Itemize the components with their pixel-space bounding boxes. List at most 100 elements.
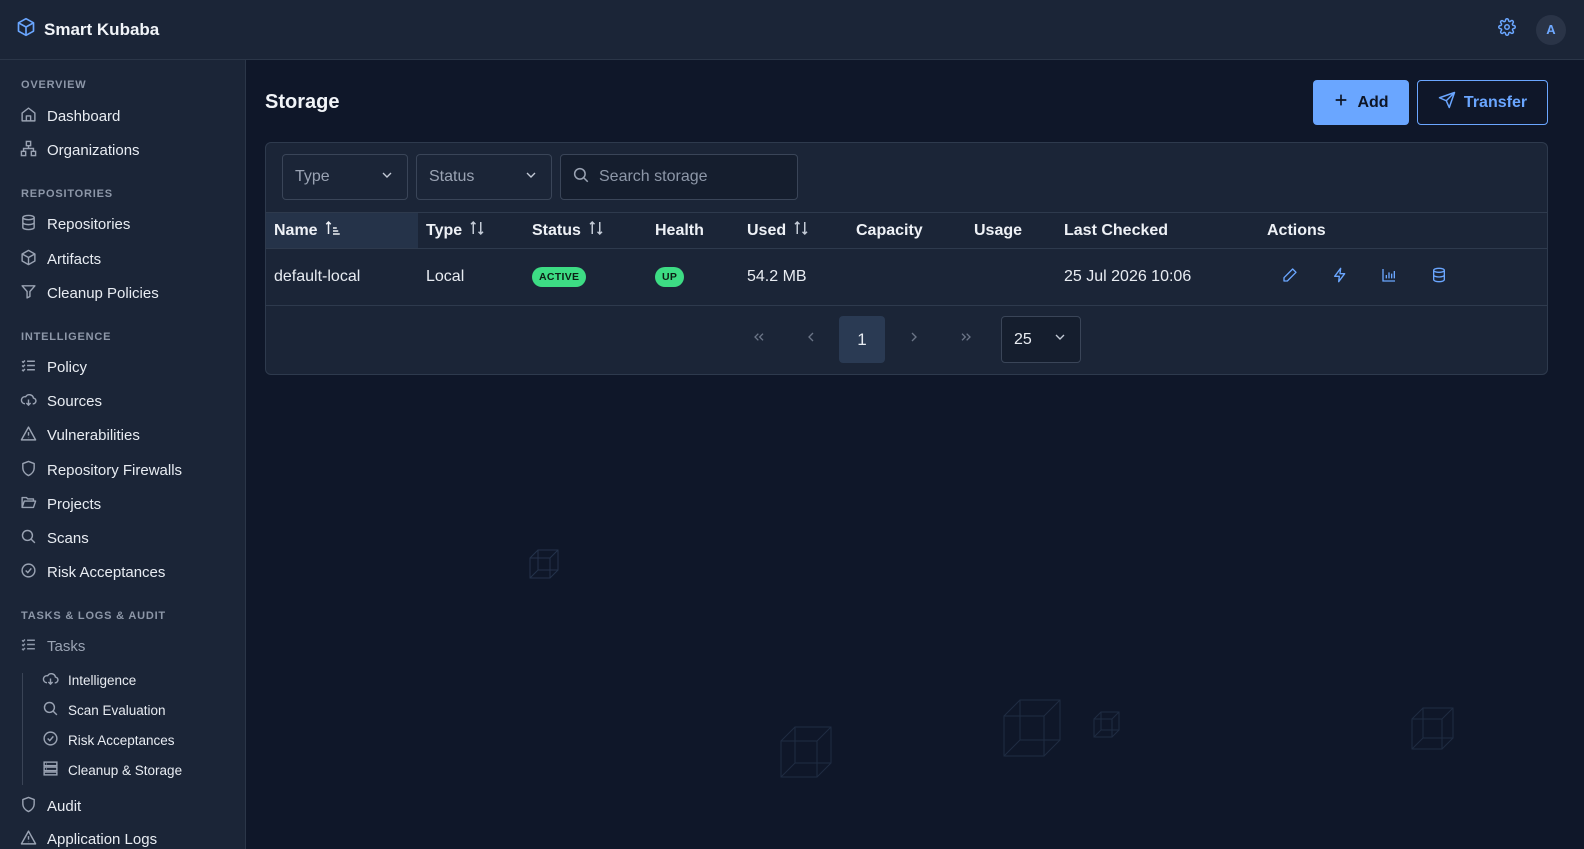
last-page-button[interactable]: [943, 316, 989, 363]
cell-health: UP: [655, 249, 685, 305]
transfer-button[interactable]: Transfer: [1417, 80, 1548, 125]
sidebar-item-scans[interactable]: Scans: [20, 526, 89, 550]
check-circle-icon: [42, 730, 59, 750]
column-header-last-checked: Last Checked: [1064, 221, 1169, 239]
add-button[interactable]: Add: [1313, 80, 1409, 125]
decorative-cube-icon: [529, 549, 559, 579]
sort-icon: [792, 219, 810, 242]
search-icon: [42, 700, 59, 720]
sort-icon: [468, 219, 486, 242]
column-header-type[interactable]: Type: [426, 213, 486, 248]
column-header-name[interactable]: Name: [274, 213, 342, 248]
sidebar-item-repository-firewalls[interactable]: Repository Firewalls: [20, 458, 182, 482]
warning-icon: [20, 425, 37, 446]
column-header-capacity: Capacity: [856, 221, 923, 239]
decorative-cube-icon: [1093, 711, 1120, 738]
table-row: default-local Local ACTIVE UP 54.2 MB 25…: [266, 249, 1547, 306]
main-content: Storage Add Transfer Type Status Name: [246, 60, 1584, 849]
page-size-select[interactable]: 25: [1001, 316, 1081, 363]
cell-name: default-local: [274, 268, 361, 285]
decorative-cube-icon: [1411, 707, 1454, 750]
cell-used: 54.2 MB: [747, 268, 807, 285]
warning-icon: [20, 829, 37, 849]
sidebar-item-artifacts[interactable]: Artifacts: [20, 247, 101, 271]
database-icon: [20, 214, 37, 235]
search-icon: [20, 528, 37, 549]
column-header-usage: Usage: [974, 221, 1023, 239]
sort-ascending-icon: [324, 219, 342, 242]
search-input[interactable]: [599, 168, 789, 186]
gear-icon[interactable]: [1498, 18, 1516, 41]
sidebar-item-organizations[interactable]: Organizations: [20, 138, 140, 162]
sidebar-subitem-cleanup-storage[interactable]: Cleanup & Storage: [42, 759, 182, 781]
search-storage[interactable]: [560, 154, 798, 200]
column-header-health: Health: [655, 221, 704, 239]
shield-icon: [20, 796, 37, 817]
sidebar-item-application-logs[interactable]: Application Logs: [20, 827, 157, 849]
top-bar: Smart Kubaba A: [0, 0, 1584, 60]
chevron-right-icon: [906, 329, 922, 350]
page-1-button[interactable]: 1: [839, 316, 885, 363]
check-circle-icon: [20, 562, 37, 583]
section-title-intelligence: INTELLIGENCE: [21, 331, 112, 343]
section-title-repositories: REPOSITORIES: [21, 188, 113, 200]
sidebar-item-tasks[interactable]: Tasks: [20, 634, 85, 658]
submenu-rail: [22, 673, 23, 785]
folder-open-icon: [20, 494, 37, 515]
chevrons-right-icon: [958, 329, 974, 350]
next-page-button[interactable]: [891, 316, 937, 363]
sidebar-subitem-scan-evaluation[interactable]: Scan Evaluation: [42, 699, 166, 721]
chevron-down-icon: [1052, 329, 1068, 350]
list-check-icon: [20, 636, 37, 657]
shield-icon: [20, 460, 37, 481]
sidebar-item-audit[interactable]: Audit: [20, 794, 81, 818]
box-icon: [20, 249, 37, 270]
sidebar-item-repositories[interactable]: Repositories: [20, 212, 130, 236]
pagination: 1 25: [266, 306, 1547, 374]
server-icon: [42, 760, 59, 780]
sidebar-item-projects[interactable]: Projects: [20, 492, 101, 516]
filter-icon: [20, 283, 37, 304]
type-filter-dropdown[interactable]: Type: [282, 154, 408, 200]
section-title-overview: OVERVIEW: [21, 79, 87, 91]
test-connection-button[interactable]: [1332, 249, 1348, 305]
send-icon: [1438, 91, 1456, 114]
sort-icon: [587, 219, 605, 242]
column-header-status[interactable]: Status: [532, 213, 605, 248]
sidebar-subitem-intelligence[interactable]: Intelligence: [42, 669, 136, 691]
sidebar-item-policy[interactable]: Policy: [20, 355, 87, 379]
sidebar-item-dashboard[interactable]: Dashboard: [20, 104, 120, 128]
pencil-icon: [1282, 267, 1298, 288]
cell-type: Local: [426, 268, 465, 285]
chevron-left-icon: [803, 329, 819, 350]
search-icon: [572, 166, 590, 189]
cell-status: ACTIVE: [532, 249, 587, 305]
sidebar-subitem-risk-acceptances[interactable]: Risk Acceptances: [42, 729, 175, 751]
sidebar: OVERVIEW Dashboard Organizations REPOSIT…: [0, 60, 246, 849]
first-page-button[interactable]: [736, 316, 782, 363]
edit-button[interactable]: [1282, 249, 1298, 305]
sidebar-item-risk-acceptances[interactable]: Risk Acceptances: [20, 560, 165, 584]
decorative-cube-icon: [780, 726, 832, 778]
cube-logo-icon: [16, 17, 36, 42]
bar-chart-icon: [1381, 267, 1397, 288]
sidebar-item-sources[interactable]: Sources: [20, 389, 102, 413]
lightning-icon: [1332, 267, 1348, 288]
brand[interactable]: Smart Kubaba: [16, 17, 159, 42]
plus-icon: [1333, 92, 1349, 113]
statistics-button[interactable]: [1381, 249, 1397, 305]
avatar[interactable]: A: [1536, 14, 1566, 45]
cloud-download-icon: [20, 391, 37, 412]
chevron-down-icon: [523, 167, 539, 188]
column-header-used[interactable]: Used: [747, 213, 810, 248]
sidebar-item-vulnerabilities[interactable]: Vulnerabilities: [20, 423, 140, 447]
storage-table-panel: Type Status Name Type Status: [265, 142, 1548, 375]
storage-details-button[interactable]: [1431, 249, 1447, 305]
app-name: Smart Kubaba: [44, 19, 160, 39]
decorative-cube-icon: [1003, 699, 1061, 757]
chevron-down-icon: [379, 167, 395, 188]
status-filter-dropdown[interactable]: Status: [416, 154, 552, 200]
previous-page-button[interactable]: [788, 316, 834, 363]
sidebar-item-cleanup-policies[interactable]: Cleanup Policies: [20, 281, 159, 305]
section-title-tasks-logs-audit: TASKS & LOGS & AUDIT: [21, 610, 166, 622]
